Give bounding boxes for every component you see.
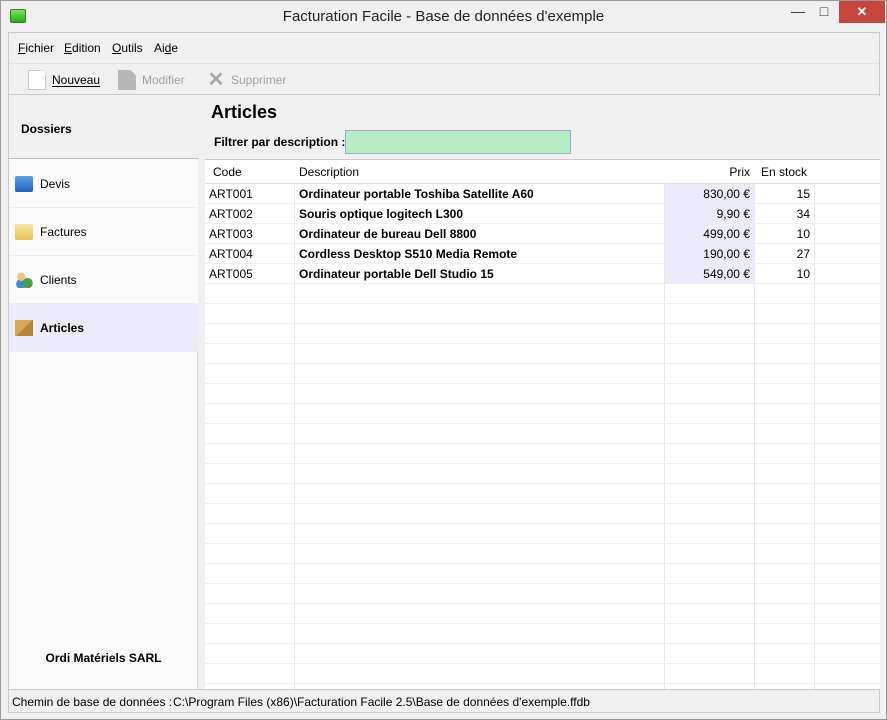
delete-button[interactable]: ✕ Supprimer bbox=[207, 69, 287, 91]
table-row[interactable]: ART001 Ordinateur portable Toshiba Satel… bbox=[205, 184, 880, 204]
cell-price: 830,00 € bbox=[665, 184, 755, 204]
cell-code: ART003 bbox=[209, 227, 253, 241]
folder-blue-icon bbox=[15, 175, 33, 192]
edit-button-label: Modifier bbox=[142, 73, 185, 87]
filter-description-input[interactable] bbox=[345, 130, 571, 154]
people-icon bbox=[15, 271, 33, 288]
cell-stock: 15 bbox=[796, 187, 810, 201]
sidebar-item-label: Factures bbox=[40, 224, 87, 239]
cell-code: ART002 bbox=[209, 207, 253, 221]
client-area: Fichier Edition Outils Aide Nouveau Modi… bbox=[8, 32, 880, 713]
table-row[interactable]: ART002 Souris optique logitech L300 9,90… bbox=[205, 204, 880, 224]
filter-label: Filtrer par description : bbox=[214, 135, 346, 149]
sidebar-header: Dossiers bbox=[9, 96, 198, 159]
cell-description: Ordinateur portable Dell Studio 15 bbox=[299, 267, 494, 281]
cell-description: Souris optique logitech L300 bbox=[299, 207, 464, 221]
cell-code: ART001 bbox=[209, 187, 253, 201]
new-button[interactable]: Nouveau bbox=[28, 69, 100, 91]
cell-description: Ordinateur de bureau Dell 8800 bbox=[299, 227, 477, 241]
table-row[interactable]: ART005 Ordinateur portable Dell Studio 1… bbox=[205, 264, 880, 284]
cell-stock: 27 bbox=[796, 247, 810, 261]
toolbar: Nouveau Modifier ✕ Supprimer bbox=[9, 63, 879, 95]
cell-price: 499,00 € bbox=[665, 224, 755, 244]
page-title: Articles bbox=[211, 102, 278, 122]
cell-code: ART005 bbox=[209, 267, 253, 281]
menu-aide[interactable]: Aide bbox=[154, 41, 178, 55]
cell-price: 9,90 € bbox=[665, 204, 755, 224]
cell-description: Ordinateur portable Toshiba Satellite A6… bbox=[299, 187, 534, 201]
delete-button-label: Supprimer bbox=[231, 73, 287, 87]
cell-stock: 10 bbox=[796, 227, 810, 241]
table-row[interactable]: ART004 Cordless Desktop S510 Media Remot… bbox=[205, 244, 880, 264]
table-row[interactable]: ART003 Ordinateur de bureau Dell 8800 49… bbox=[205, 224, 880, 244]
new-document-icon bbox=[28, 70, 46, 90]
cell-stock: 10 bbox=[796, 267, 810, 281]
column-header-description[interactable]: Description bbox=[295, 160, 665, 184]
cell-price: 190,00 € bbox=[665, 244, 755, 264]
sidebar-item-articles[interactable]: Articles bbox=[9, 304, 198, 352]
window-title: Facturation Facile - Base de données d'e… bbox=[282, 8, 605, 25]
minimize-button[interactable]: — bbox=[785, 1, 811, 23]
sidebar-item-factures[interactable]: Factures bbox=[9, 208, 198, 256]
delete-x-icon: ✕ bbox=[207, 69, 225, 91]
maximize-button[interactable]: □ bbox=[811, 1, 837, 23]
column-header-price[interactable]: Prix bbox=[665, 160, 755, 184]
sidebar-title: Dossiers bbox=[21, 122, 72, 136]
sidebar-item-label: Articles bbox=[40, 320, 85, 335]
app-window: Facturation Facile - Base de données d'e… bbox=[0, 0, 887, 720]
main-content: Articles Filtrer par description : Code … bbox=[199, 96, 880, 689]
sidebar-item-devis[interactable]: Devis bbox=[9, 160, 198, 208]
sidebar-item-label: Clients bbox=[40, 272, 77, 287]
edit-button[interactable]: Modifier bbox=[118, 69, 185, 91]
cell-stock: 34 bbox=[796, 207, 810, 221]
folder-yellow-icon bbox=[15, 223, 33, 240]
boxes-icon bbox=[15, 319, 33, 336]
table-header: Code Description Prix En stock bbox=[205, 160, 880, 184]
cell-code: ART004 bbox=[209, 247, 253, 261]
articles-table[interactable]: Code Description Prix En stock ART001 Or… bbox=[205, 159, 880, 689]
title-bar[interactable]: Facturation Facile - Base de données d'e… bbox=[1, 1, 886, 32]
status-label: Chemin de base de données : bbox=[12, 695, 173, 709]
company-name: Ordi Matériels SARL bbox=[45, 651, 162, 665]
column-header-code[interactable]: Code bbox=[205, 160, 295, 184]
sidebar-item-label: Devis bbox=[40, 176, 71, 191]
menu-fichier[interactable]: Fichier bbox=[18, 41, 54, 55]
status-bar: Chemin de base de données : C:\Program F… bbox=[9, 689, 879, 712]
sidebar: Dossiers Devis Factures Clients Articles… bbox=[9, 96, 198, 689]
new-button-label: Nouveau bbox=[52, 73, 101, 87]
menu-outils[interactable]: Outils bbox=[112, 41, 143, 55]
menu-edition[interactable]: Edition bbox=[64, 41, 101, 55]
edit-document-icon bbox=[118, 70, 136, 90]
cell-description: Cordless Desktop S510 Media Remote bbox=[299, 247, 518, 261]
database-path: C:\Program Files (x86)\Facturation Facil… bbox=[173, 695, 590, 709]
close-button[interactable]: ✕ bbox=[839, 1, 885, 23]
column-header-stock[interactable]: En stock bbox=[755, 160, 815, 184]
cell-price: 549,00 € bbox=[665, 264, 755, 284]
sidebar-item-clients[interactable]: Clients bbox=[9, 256, 198, 304]
